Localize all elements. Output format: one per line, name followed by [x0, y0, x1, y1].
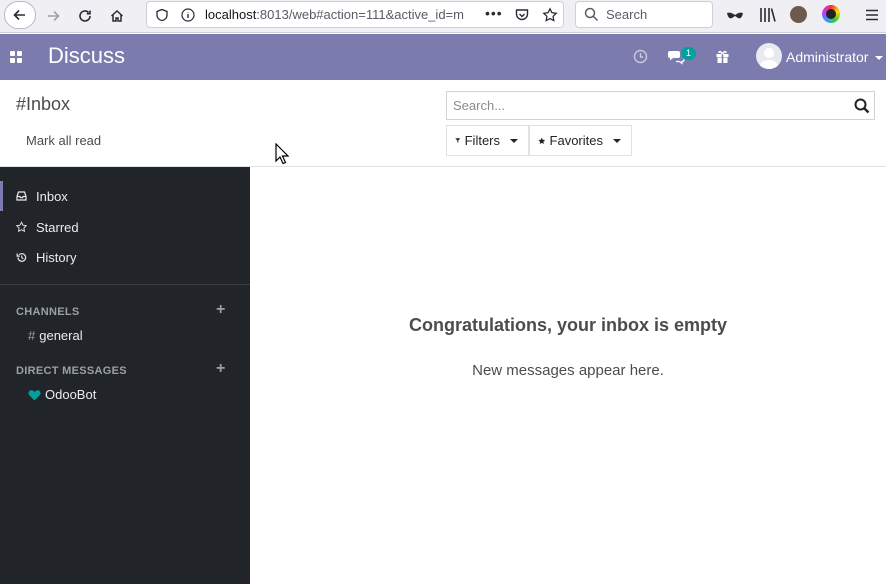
forward-button[interactable] — [41, 4, 65, 28]
url-host: localhost — [205, 7, 257, 22]
filters-label: Filters — [464, 133, 500, 148]
messages-count-badge: 1 — [681, 47, 696, 60]
sidebar-item-channel[interactable]: # general — [28, 328, 83, 343]
browser-search-field[interactable]: Search — [575, 1, 713, 28]
user-name: Administrator — [786, 49, 869, 65]
caret-down-icon — [510, 138, 518, 143]
address-bar[interactable]: localhost:8013/web#action=111&active_id=… — [146, 1, 564, 28]
arrow-right-icon — [48, 10, 60, 22]
pocket-icon[interactable] — [514, 7, 530, 23]
url-text: localhost:8013/web#action=111&active_id=… — [205, 7, 477, 22]
sidebar-item-label: Inbox — [36, 188, 68, 204]
filters-button[interactable]: Filters — [446, 125, 529, 156]
library-icon[interactable] — [759, 6, 777, 24]
channel-label: general — [39, 328, 83, 343]
browser-toolbar: localhost:8013/web#action=111&active_id=… — [0, 0, 886, 33]
back-button[interactable] — [4, 1, 36, 29]
mark-all-read-button[interactable]: Mark all read — [26, 133, 101, 148]
sidebar-item-history[interactable]: History — [0, 242, 250, 272]
shield-icon — [156, 8, 168, 22]
browser-search-placeholder: Search — [606, 7, 648, 22]
heart-icon — [28, 389, 41, 400]
hamburger-menu-icon[interactable] — [864, 7, 880, 23]
hash-icon: # — [28, 328, 36, 343]
user-avatar-icon — [759, 48, 779, 69]
url-path: :8013/web#action=111&active_id=m — [256, 7, 464, 22]
sidebar-item-starred[interactable]: Starred — [0, 212, 250, 242]
gift-icon[interactable] — [715, 49, 730, 64]
search-icon — [584, 7, 599, 22]
arrow-left-icon — [13, 9, 25, 21]
history-icon — [16, 252, 27, 263]
bookmark-star-icon[interactable] — [542, 7, 558, 23]
discuss-sidebar: Inbox Starred History CHANNELS + # gener… — [0, 167, 250, 584]
home-icon — [110, 9, 124, 22]
control-panel: #Inbox Mark all read Filters Favorites — [0, 80, 886, 167]
caret-down-icon — [875, 56, 884, 61]
extension-avatar-icon[interactable] — [790, 6, 807, 23]
search-input[interactable] — [447, 92, 847, 119]
direct-messages-header[interactable]: DIRECT MESSAGES — [16, 365, 127, 377]
breadcrumb: #Inbox — [16, 94, 71, 114]
star-icon — [16, 221, 27, 233]
user-avatar[interactable] — [756, 43, 782, 69]
empty-inbox-subtitle: New messages appear here. — [472, 362, 664, 379]
favorites-button[interactable]: Favorites — [529, 125, 632, 156]
channels-header[interactable]: CHANNELS — [16, 306, 80, 318]
activity-clock-icon[interactable] — [633, 49, 648, 64]
favorites-label: Favorites — [549, 133, 603, 148]
mouse-cursor-icon — [275, 143, 289, 165]
extension-color-icon[interactable] — [822, 5, 840, 23]
add-channel-button[interactable]: + — [216, 301, 225, 319]
inbox-icon — [16, 191, 27, 202]
private-mask-icon[interactable] — [726, 8, 744, 24]
add-direct-message-button[interactable]: + — [216, 360, 225, 378]
reload-icon — [79, 10, 91, 22]
user-menu[interactable]: Administrator — [786, 49, 884, 65]
apps-menu-icon[interactable] — [10, 51, 22, 63]
sidebar-item-direct-message[interactable]: OdooBot — [28, 387, 96, 402]
filter-icon — [455, 138, 461, 143]
sidebar-item-label: History — [36, 249, 77, 265]
caret-down-icon — [613, 138, 621, 143]
info-icon — [181, 8, 195, 22]
direct-message-label: OdooBot — [45, 387, 97, 402]
page-actions-icon[interactable]: ••• — [485, 5, 503, 21]
home-button[interactable] — [105, 4, 129, 28]
star-icon — [538, 137, 546, 144]
main-navbar: Discuss 1 Administrator — [0, 34, 886, 80]
reload-button[interactable] — [73, 4, 97, 28]
search-icon[interactable] — [854, 98, 870, 114]
app-title[interactable]: Discuss — [48, 43, 125, 69]
search-field[interactable] — [446, 91, 875, 120]
sidebar-item-inbox[interactable]: Inbox — [0, 181, 250, 211]
sidebar-divider — [0, 284, 250, 285]
empty-inbox-title: Congratulations, your inbox is empty — [408, 315, 728, 335]
sidebar-item-label: Starred — [36, 219, 79, 235]
